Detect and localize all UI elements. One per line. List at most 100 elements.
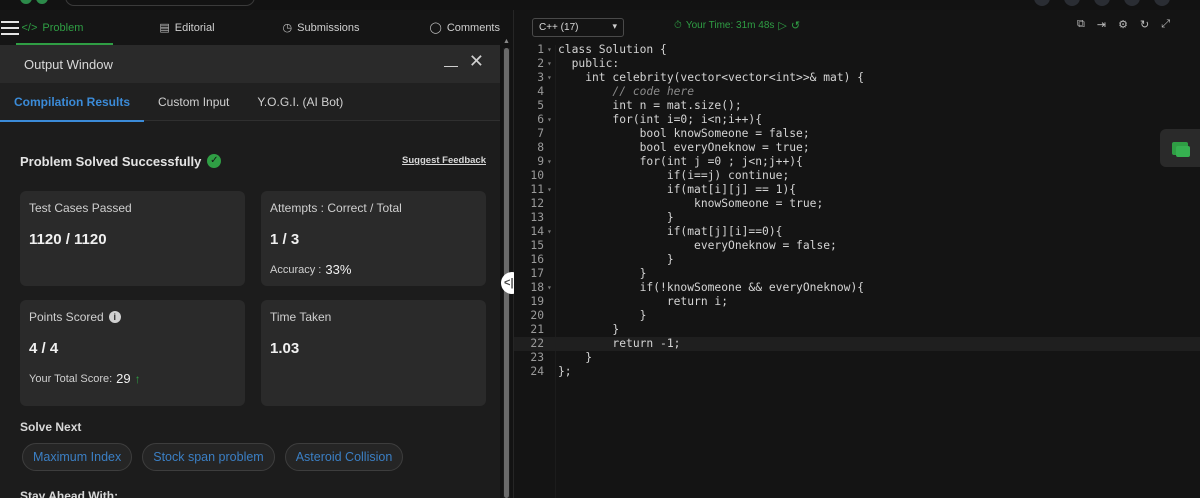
code-line[interactable]: 1 ▾ class Solution { (514, 43, 1200, 57)
close-icon[interactable]: ✕ (469, 52, 484, 70)
code-text: // code here (558, 85, 695, 98)
tab-yogi-ai-bot[interactable]: Y.O.G.I. (AI Bot) (243, 83, 357, 121)
code-line[interactable]: 6 ▾ for(int i=0; i<n;i++){ (514, 113, 1200, 127)
settings-icon[interactable]: ⚙ (1118, 18, 1128, 31)
code-line[interactable]: 22 return -1; (514, 337, 1200, 351)
code-line[interactable]: 2 ▾ public: (514, 57, 1200, 71)
code-text: if(i==j) continue; (558, 169, 790, 182)
avatar[interactable] (1154, 0, 1170, 6)
fold-icon[interactable]: ▾ (547, 113, 555, 127)
code-line[interactable]: 17 } (514, 267, 1200, 281)
import-icon[interactable]: ⇥ (1097, 18, 1106, 31)
code-text: if(mat[i][j] == 1){ (558, 183, 797, 196)
code-line[interactable]: 21 } (514, 323, 1200, 337)
attempts-value: 1 / 3 (270, 231, 300, 248)
info-icon[interactable]: i (108, 311, 121, 323)
tab-problem[interactable]: </> Problem (15, 10, 114, 45)
code-line[interactable]: 15 everyOneknow = false; (514, 239, 1200, 253)
line-number: 22 (530, 337, 544, 350)
code-line[interactable]: 10 if(i==j) continue; (514, 169, 1200, 183)
editor-toolbar: C++ (17) ▾ ⏱ Your Time: 31m 48s ▷ ↺ ⧉ ⇥ … (514, 10, 1200, 45)
accuracy-value: 33% (325, 262, 352, 277)
suggestion-chip[interactable]: Maximum Index (22, 443, 133, 471)
code-editor[interactable]: 1 ▾ class Solution {2 ▾ public: 3 ▾ int celeb… (514, 43, 1200, 498)
code-line[interactable]: 18 ▾ if(!knowSomeone && everyOneknow){ (514, 281, 1200, 295)
code-line[interactable]: 14 ▾ if(mat[j][i]==0){ (514, 225, 1200, 239)
code-line[interactable]: 5 int n = mat.size(); (514, 99, 1200, 113)
fold-icon[interactable]: ▾ (547, 183, 555, 197)
code-text: } (558, 211, 674, 224)
line-number: 20 (530, 309, 544, 322)
header-icon[interactable] (1124, 0, 1140, 6)
code-line[interactable]: 3 ▾ int celebrity(vector<vector<int>>& ma… (514, 71, 1200, 85)
code-line[interactable]: 12 knowSomeone = true; (514, 197, 1200, 211)
code-line[interactable]: 7 bool knowSomeone = false; (514, 127, 1200, 141)
chat-bot-icon[interactable] (1160, 129, 1200, 167)
menu-icon[interactable] (0, 10, 20, 45)
suggestion-chip[interactable]: Stock span problem (142, 443, 275, 471)
code-line[interactable]: 9 ▾ for(int j =0 ; j<n;j++){ (514, 155, 1200, 169)
copy-icon[interactable]: ⧉ (1077, 18, 1085, 31)
timer: ⏱ Your Time: 31m 48s ▷ ↺ (674, 19, 801, 32)
tab-submissions[interactable]: ◷ Submissions (283, 10, 360, 45)
code-text: for(int i=0; i<n;i++){ (558, 113, 763, 126)
fold-icon[interactable]: ▾ (547, 225, 555, 239)
output-subtabs: Compilation Results Custom Input Y.O.G.I… (0, 83, 500, 122)
code-line[interactable]: 11 ▾ if(mat[i][j] == 1){ (514, 183, 1200, 197)
header-icon[interactable] (1034, 0, 1050, 6)
line-number: 5 (537, 99, 544, 112)
search-pill[interactable] (65, 0, 255, 6)
minimize-icon[interactable] (444, 53, 458, 67)
code-line[interactable]: 20 } (514, 309, 1200, 323)
scroll-up-icon[interactable]: ▲ (503, 38, 510, 46)
stay-ahead-heading: Stay Ahead With: (20, 489, 119, 498)
line-number: 23 (530, 351, 544, 364)
play-icon[interactable]: ▷ (778, 19, 786, 32)
refresh-icon[interactable]: ↻ (1140, 18, 1149, 31)
suggestion-chip[interactable]: Asteroid Collision (284, 443, 404, 471)
code-text: } (558, 323, 620, 336)
output-window-title: Output Window (24, 56, 113, 72)
language-select[interactable]: C++ (17) ▾ (532, 18, 624, 37)
reset-timer-icon[interactable]: ↺ (791, 19, 800, 32)
code-line[interactable]: 19 return i; (514, 295, 1200, 309)
code-line[interactable]: 4 // code here (514, 85, 1200, 99)
tab-compilation-results[interactable]: Compilation Results (0, 83, 145, 122)
line-number: 16 (530, 253, 544, 266)
code-line[interactable]: 23 } (514, 351, 1200, 365)
code-text: } (558, 309, 647, 322)
code-text: bool everyOneknow = true; (558, 141, 810, 154)
code-text: bool knowSomeone = false; (558, 127, 810, 140)
code-line[interactable]: 13 } (514, 211, 1200, 225)
fold-icon[interactable]: ▾ (547, 281, 555, 295)
arrow-up-icon: ↑ (134, 371, 141, 386)
header-icon[interactable] (1094, 0, 1110, 6)
code-text: } (558, 351, 593, 364)
fold-icon[interactable]: ▾ (547, 57, 555, 71)
tab-custom-input[interactable]: Custom Input (144, 83, 243, 121)
code-line[interactable]: 8 bool everyOneknow = true; (514, 141, 1200, 155)
fold-icon[interactable]: ▾ (547, 71, 555, 85)
tab-editorial[interactable]: ▤ Editorial (159, 10, 214, 45)
line-number: 18 (530, 281, 544, 294)
test-cases-value: 1120 / 1120 (29, 231, 107, 248)
header-icon[interactable] (1064, 0, 1080, 6)
solve-next-heading: Solve Next (20, 420, 82, 434)
attempts-card: Attempts : Correct / Total 1 / 3 Accurac… (261, 191, 486, 286)
time-taken-card: Time Taken 1.03 (261, 300, 486, 406)
top-header-strip (0, 0, 1200, 10)
logo-icon (36, 0, 48, 4)
line-number: 24 (530, 365, 544, 378)
suggest-feedback-link[interactable]: Suggest Feedback (402, 155, 486, 166)
code-text: everyOneknow = false; (558, 239, 837, 252)
line-number: 14 (530, 225, 544, 238)
fullscreen-icon[interactable]: ⤢ (1161, 18, 1170, 31)
code-lines: 1 ▾ class Solution {2 ▾ public: 3 ▾ int celeb… (514, 43, 1200, 379)
test-cases-card: Test Cases Passed 1120 / 1120 (20, 191, 245, 286)
code-line[interactable]: 24}; (514, 365, 1200, 379)
fold-icon[interactable]: ▾ (547, 43, 555, 57)
code-line[interactable]: 16 } (514, 253, 1200, 267)
editor-actions: ⧉ ⇥ ⚙ ↻ ⤢ (1077, 18, 1170, 31)
tab-comments[interactable]: ◯ Comments (430, 10, 501, 45)
fold-icon[interactable]: ▾ (547, 155, 555, 169)
